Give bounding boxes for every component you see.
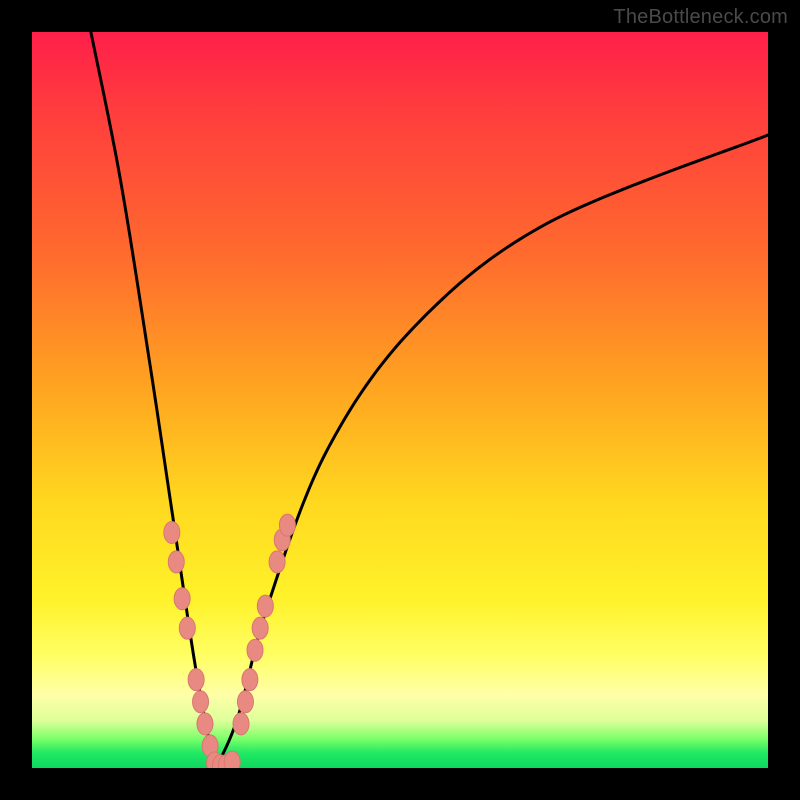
data-marker xyxy=(168,551,184,573)
data-marker xyxy=(193,691,209,713)
plot-area xyxy=(32,32,768,768)
data-marker xyxy=(197,713,213,735)
data-marker xyxy=(237,691,253,713)
data-marker xyxy=(247,639,263,661)
data-marker xyxy=(242,669,258,691)
data-marker xyxy=(269,551,285,573)
data-marker xyxy=(224,751,240,768)
data-marker xyxy=(174,588,190,610)
data-marker xyxy=(188,669,204,691)
data-marker xyxy=(179,617,195,639)
curve-layer xyxy=(32,32,768,768)
data-markers xyxy=(164,514,296,768)
data-marker xyxy=(279,514,295,536)
curve-branch xyxy=(91,32,216,768)
data-marker xyxy=(233,713,249,735)
data-marker xyxy=(252,617,268,639)
curve-branch xyxy=(216,135,768,768)
data-marker xyxy=(257,595,273,617)
watermark-text: TheBottleneck.com xyxy=(613,6,788,29)
outer-frame: TheBottleneck.com xyxy=(0,0,800,800)
data-marker xyxy=(164,521,180,543)
bottleneck-curve xyxy=(91,32,768,768)
